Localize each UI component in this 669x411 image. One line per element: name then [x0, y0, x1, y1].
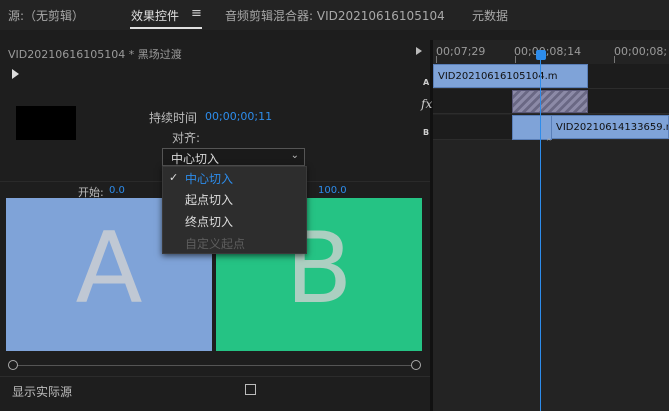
chevron-down-icon: ⌄ [290, 150, 299, 161]
playhead-line [540, 52, 541, 411]
start-slider-handle[interactable] [8, 360, 18, 370]
menu-item-center-at-cut[interactable]: 中心切入 [185, 170, 233, 187]
menu-item-end-at-cut[interactable]: 终点切入 [185, 213, 233, 230]
tick-label: 00;07;29 [436, 45, 486, 58]
end-slider-handle[interactable] [411, 360, 421, 370]
alignment-dropdown[interactable]: 中心切入 ⌄ [162, 148, 305, 166]
alignment-selected: 中心切入 [171, 152, 220, 166]
fx-badge: fx [421, 97, 433, 111]
show-actual-sources-label: 显示实际源 [12, 385, 73, 399]
alignment-label: 对齐: [172, 131, 201, 145]
tick-mark [515, 56, 516, 63]
tick-label: 00;00;08; [614, 45, 668, 58]
track-b-label: B [423, 128, 430, 137]
duration-label: 持续时间 [149, 111, 198, 125]
tab-effect-controls[interactable]: 效果控件 [131, 7, 179, 24]
tab-metadata[interactable]: 元数据 [472, 7, 508, 24]
show-actual-sources-checkbox[interactable] [245, 384, 256, 395]
active-tab-indicator [130, 27, 202, 29]
checkmark-icon: ✓ [169, 171, 179, 184]
tick-mark [436, 56, 437, 63]
chevron-up-icon: ⌃ [545, 138, 553, 148]
expand-arrow-icon[interactable] [416, 47, 422, 55]
menu-item-custom-start: 自定义起点 [185, 237, 246, 251]
transition-block[interactable] [512, 90, 588, 113]
duration-value[interactable]: 00;00;00;11 [205, 110, 272, 123]
playhead-handle[interactable] [536, 50, 546, 60]
tab-audio-clip-mixer[interactable]: 音频剪辑混合器: VID20210616105104 [225, 7, 445, 24]
tick-mark [614, 56, 615, 63]
menu-item-start-at-cut[interactable]: 起点切入 [185, 191, 233, 208]
start-value[interactable]: 0.0 [109, 185, 125, 196]
track-a-label: A [423, 78, 430, 87]
clip-a[interactable]: VID20210616105104.m [433, 64, 588, 88]
end-value[interactable]: 100.0 [318, 185, 347, 196]
alignment-menu: ✓ 中心切入 起点切入 终点切入 自定义起点 [162, 166, 307, 254]
hamburger-icon[interactable]: ≡ [191, 7, 202, 20]
clip-header: VID20210616105104 * 黑场过渡 [8, 48, 182, 61]
tick-label: 00;00;08;14 [514, 45, 582, 58]
clip-b[interactable]: VID20210614133659.m [551, 115, 669, 139]
tab-source[interactable]: 源:（无剪辑） [8, 7, 84, 24]
clip-b-head[interactable] [512, 115, 552, 140]
transition-thumbnail [16, 106, 76, 140]
start-end-slider-track [12, 365, 416, 366]
bottom-divider [0, 376, 430, 377]
play-preview-icon[interactable] [12, 69, 19, 79]
